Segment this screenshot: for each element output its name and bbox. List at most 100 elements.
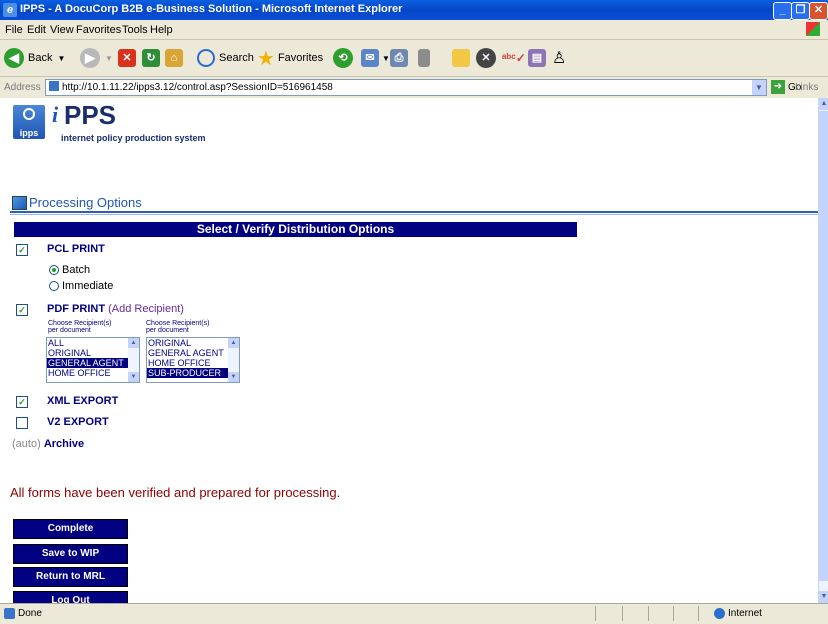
log-out-button[interactable]: Log Out	[13, 591, 128, 603]
mail-button[interactable]: ✉ ▼	[361, 46, 390, 70]
pcl-print-label: PCL PRINT	[47, 243, 105, 255]
logo-name: PPS	[64, 100, 117, 130]
search-button[interactable]: Search	[197, 46, 254, 70]
list-item[interactable]: GENERAL AGENT	[147, 348, 239, 358]
menu-tools[interactable]: Tools	[122, 24, 148, 36]
favorites-button[interactable]: ★ Favorites	[257, 46, 323, 70]
forward-button[interactable]: ▶ ▼	[80, 46, 113, 70]
status-divider	[622, 606, 623, 621]
scroll-up-icon[interactable]: ▲	[228, 338, 239, 348]
logo-tagline: internet policy production system	[61, 133, 206, 143]
stop-icon: ✕	[118, 49, 136, 67]
status-divider	[698, 606, 699, 621]
immediate-radio[interactable]: Immediate	[49, 280, 113, 292]
pdf-print-checkbox[interactable]: ✓	[16, 304, 28, 316]
list-item[interactable]: HOME OFFICE	[147, 358, 239, 368]
recipient-list-2[interactable]: ORIGINAL GENERAL AGENT HOME OFFICE SUB-P…	[146, 337, 240, 383]
per-document-label-2: per document	[146, 327, 189, 334]
refresh-button[interactable]: ↻	[142, 46, 160, 70]
list-scrollbar[interactable]: ▲ ▼	[128, 338, 139, 382]
recipient-list-1[interactable]: ALL ORIGINAL GENERAL AGENT HOME OFFICE ▲…	[46, 337, 140, 383]
go-arrow-icon: ➜	[771, 80, 785, 94]
page-content: ipps i PPS internet policy production sy…	[0, 98, 818, 603]
spellcheck-icon: ᵃᵇᶜ✓	[502, 51, 526, 65]
menu-bar: File Edit View Favorites Tools Help	[0, 20, 828, 40]
search-icon	[197, 49, 215, 67]
home-icon: ⌂	[165, 49, 183, 67]
edit-button[interactable]	[418, 46, 430, 70]
back-dropdown-icon[interactable]: ▼	[57, 54, 65, 63]
return-to-mrl-button[interactable]: Return to MRL	[13, 567, 128, 587]
minimize-button[interactable]: _	[773, 2, 792, 20]
menu-edit[interactable]: Edit	[27, 24, 46, 36]
xml-export-checkbox[interactable]: ✓	[16, 396, 28, 408]
address-input[interactable]: http://10.1.11.22/ipps3.12/control.asp?S…	[45, 79, 767, 96]
list-item[interactable]: ALL	[47, 338, 139, 348]
research-button[interactable]: ▤	[528, 46, 546, 70]
links-button[interactable]: Links	[795, 82, 818, 93]
status-divider	[673, 606, 674, 621]
block-button[interactable]: ✕	[476, 46, 496, 70]
batch-radio[interactable]: Batch	[49, 264, 90, 276]
address-dropdown-icon[interactable]: ▼	[752, 80, 766, 95]
close-window-button[interactable]: ✕	[809, 2, 828, 20]
list-item[interactable]: ORIGINAL	[47, 348, 139, 358]
scroll-down-icon[interactable]: ▼	[819, 591, 828, 603]
status-divider	[648, 606, 649, 621]
print-icon: ⎙	[390, 49, 408, 67]
pcl-print-checkbox[interactable]: ✓	[16, 244, 28, 256]
menu-favorites[interactable]: Favorites	[76, 24, 121, 36]
page-scrollbar[interactable]: ▲ ▼	[818, 98, 828, 603]
logo-prefix: i	[52, 102, 59, 127]
scroll-up-icon[interactable]: ▲	[128, 338, 139, 348]
archive-label: Archive	[43, 438, 85, 450]
menu-help[interactable]: Help	[150, 24, 173, 36]
maximize-button[interactable]: ❐	[791, 2, 810, 20]
archive-line: (auto) Archive	[12, 438, 84, 450]
choose-recipients-label-1: Choose Recipient(s)	[48, 320, 112, 327]
archive-prefix: (auto)	[12, 438, 41, 450]
scroll-down-icon[interactable]: ▼	[128, 372, 139, 382]
choose-recipients-label-2: Choose Recipient(s)	[146, 320, 210, 327]
list-item[interactable]: GENERAL AGENT	[47, 358, 139, 368]
toolbar: ◀ Back ▼ ▶ ▼ ✕ ↻ ⌂ Search ★ Favorites ⟲ …	[0, 40, 828, 77]
verified-message: All forms have been verified and prepare…	[10, 485, 341, 500]
messenger-icon: ♙	[552, 50, 567, 67]
menu-file[interactable]: File	[5, 24, 23, 36]
block-icon: ✕	[476, 48, 496, 68]
back-label: Back	[28, 52, 53, 64]
back-button[interactable]: ◀ Back ▼	[4, 46, 65, 70]
zone-label: Internet	[728, 608, 762, 619]
pdf-print-label: PDF PRINT (Add Recipient)	[47, 303, 184, 315]
stop-button[interactable]: ✕	[118, 46, 136, 70]
complete-button[interactable]: Complete	[13, 519, 128, 539]
list-item[interactable]: SUB-PRODUCER	[147, 368, 239, 378]
list-item[interactable]: HOME OFFICE	[47, 368, 139, 378]
scroll-down-icon[interactable]: ▼	[228, 372, 239, 382]
save-to-wip-button[interactable]: Save to WIP	[13, 544, 128, 564]
scroll-thumb[interactable]	[819, 111, 828, 581]
folder-button[interactable]	[452, 46, 470, 70]
refresh-icon: ↻	[142, 49, 160, 67]
per-document-label-1: per document	[48, 327, 91, 334]
windows-logo-icon	[806, 22, 820, 36]
radio-unselected-icon	[49, 281, 59, 291]
v2-export-checkbox[interactable]	[16, 417, 28, 429]
history-button[interactable]: ⟲	[333, 46, 353, 70]
spellcheck-button[interactable]: ᵃᵇᶜ✓	[502, 46, 526, 70]
status-bar: Done Internet	[0, 603, 828, 624]
list-item[interactable]: ORIGINAL	[147, 338, 239, 348]
research-icon: ▤	[528, 49, 546, 67]
ipps-logo-icon: ipps	[13, 105, 45, 139]
list-scrollbar[interactable]: ▲ ▼	[228, 338, 239, 382]
add-recipient-link[interactable]: (Add Recipient)	[108, 303, 184, 315]
favorites-label: Favorites	[277, 52, 324, 64]
scroll-up-icon[interactable]: ▲	[819, 98, 828, 110]
print-button[interactable]: ⎙	[390, 46, 408, 70]
immediate-label: Immediate	[62, 280, 114, 292]
messenger-button[interactable]: ♙	[552, 46, 566, 70]
status-divider	[595, 606, 596, 621]
home-button[interactable]: ⌂	[165, 46, 183, 70]
menu-view[interactable]: View	[50, 24, 74, 36]
history-icon: ⟲	[333, 48, 353, 68]
